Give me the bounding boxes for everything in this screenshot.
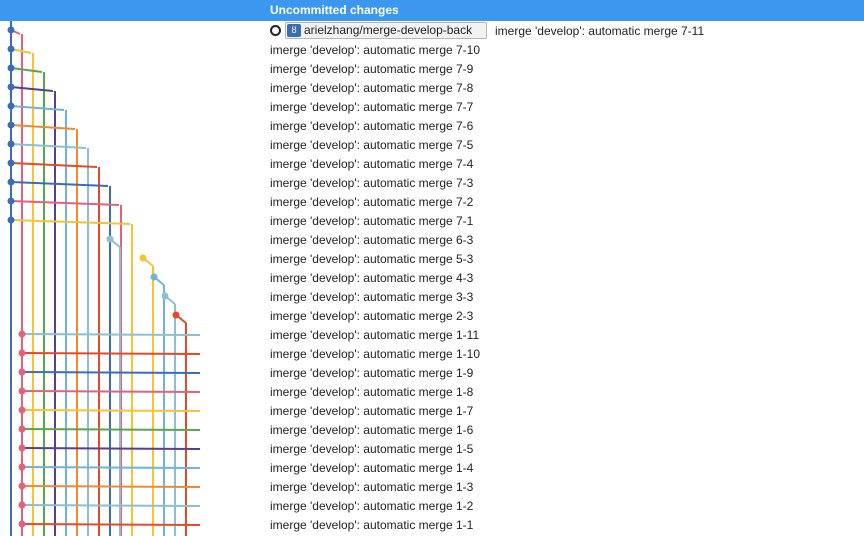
commit-message: imerge 'develop': automatic merge 7-10 [270,43,481,57]
commit-row[interactable]: imerge 'develop': automatic merge 5-3 [0,249,864,268]
commit-message: imerge 'develop': automatic merge 5-3 [270,252,474,266]
commit-row[interactable]: imerge 'develop': automatic merge 1-2 [0,496,864,515]
branch-icon: ȣ [287,24,301,37]
commit-row[interactable]: imerge 'develop': automatic merge 1-4 [0,458,864,477]
commit-row[interactable]: imerge 'develop': automatic merge 7-1 [0,211,864,230]
commit-row[interactable]: imerge 'develop': automatic merge 1-11 [0,325,864,344]
commit-row[interactable]: imerge 'develop': automatic merge 7-9 [0,59,864,78]
commit-row[interactable]: imerge 'develop': automatic merge 4-3 [0,268,864,287]
commit-message: imerge 'develop': automatic merge 7-3 [270,176,474,190]
commit-list: ȣ arielzhang/merge-develop-back imerge 'de… [0,21,864,534]
branch-name: arielzhang/merge-develop-back [304,23,473,37]
commit-message: imerge 'develop': automatic merge 7-7 [270,100,474,114]
commit-row[interactable]: imerge 'develop': automatic merge 2-3 [0,306,864,325]
commit-message: imerge 'develop': automatic merge 1-2 [270,499,474,513]
commit-message: imerge 'develop': automatic merge 1-7 [270,404,474,418]
commit-message: imerge 'develop': automatic merge 2-3 [270,309,474,323]
commit-message: imerge 'develop': automatic merge 6-3 [270,233,474,247]
commit-message: imerge 'develop': automatic merge 1-11 [270,328,480,342]
commit-message: imerge 'develop': automatic merge 1-6 [270,423,474,437]
commit-row[interactable]: imerge 'develop': automatic merge 1-3 [0,477,864,496]
commit-row[interactable]: imerge 'develop': automatic merge 7-5 [0,135,864,154]
commit-row[interactable]: imerge 'develop': automatic merge 7-10 [0,40,864,59]
commit-message: imerge 'develop': automatic merge 7-9 [270,62,474,76]
commit-row[interactable]: imerge 'develop': automatic merge 1-6 [0,420,864,439]
commit-message: imerge 'develop': automatic merge 1-3 [270,480,474,494]
commit-message: imerge 'develop': automatic merge 1-9 [270,366,474,380]
commit-row[interactable]: ȣ arielzhang/merge-develop-back imerge 'de… [0,21,864,40]
commit-message: imerge 'develop': automatic merge 7-8 [270,81,474,95]
commit-message: imerge 'develop': automatic merge 1-4 [270,461,474,475]
commit-row[interactable]: imerge 'develop': automatic merge 7-3 [0,173,864,192]
commit-message: imerge 'develop': automatic merge 1-1 [270,518,474,532]
commit-row[interactable]: imerge 'develop': automatic merge 7-7 [0,97,864,116]
commit-message: imerge 'develop': automatic merge 7-2 [270,195,474,209]
commit-row[interactable]: imerge 'develop': automatic merge 7-8 [0,78,864,97]
head-marker-icon [270,25,281,36]
commit-row[interactable]: imerge 'develop': automatic merge 1-8 [0,382,864,401]
commit-row[interactable]: imerge 'develop': automatic merge 7-2 [0,192,864,211]
commit-row[interactable]: imerge 'develop': automatic merge 1-7 [0,401,864,420]
commit-row[interactable]: imerge 'develop': automatic merge 3-3 [0,287,864,306]
branch-label[interactable]: ȣ arielzhang/merge-develop-back [285,22,488,39]
commit-row[interactable]: imerge 'develop': automatic merge 1-10 [0,344,864,363]
commit-message: imerge 'develop': automatic merge 7-6 [270,119,474,133]
commit-row[interactable]: imerge 'develop': automatic merge 1-1 [0,515,864,534]
commit-message: imerge 'develop': automatic merge 1-5 [270,442,474,456]
commit-message: imerge 'develop': automatic merge 3-3 [270,290,474,304]
commit-message: imerge 'develop': automatic merge 4-3 [270,271,474,285]
commit-row[interactable]: imerge 'develop': automatic merge 1-5 [0,439,864,458]
commit-message: imerge 'develop': automatic merge 7-5 [270,138,474,152]
uncommitted-changes-label: Uncommitted changes [270,3,399,17]
commit-row[interactable]: imerge 'develop': automatic merge 7-6 [0,116,864,135]
commit-message: imerge 'develop': automatic merge 7-4 [270,157,474,171]
commit-row[interactable]: imerge 'develop': automatic merge 7-4 [0,154,864,173]
uncommitted-changes-row[interactable]: Uncommitted changes [0,0,864,21]
commit-message: imerge 'develop': automatic merge 7-11 [495,24,705,38]
commit-row[interactable]: imerge 'develop': automatic merge 1-9 [0,363,864,382]
commit-message: imerge 'develop': automatic merge 1-8 [270,385,474,399]
commit-message: imerge 'develop': automatic merge 7-1 [270,214,474,228]
commit-row[interactable]: imerge 'develop': automatic merge 6-3 [0,230,864,249]
commit-message: imerge 'develop': automatic merge 1-10 [270,347,481,361]
